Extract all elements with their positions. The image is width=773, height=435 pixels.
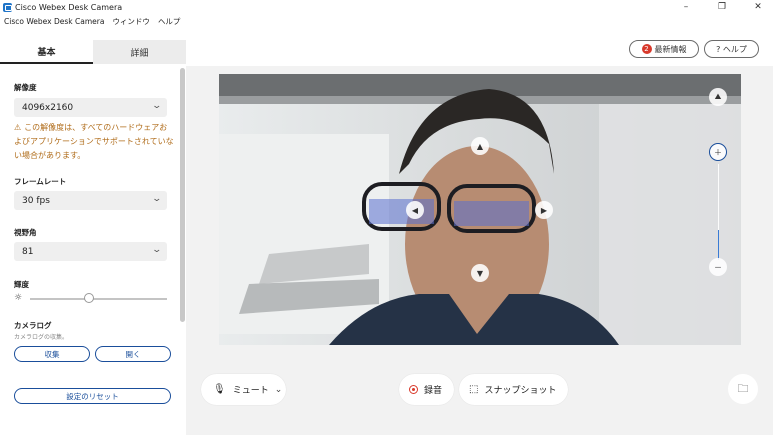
camera-log-label: カメラログ [14,321,52,330]
framerate-value: 30 fps [22,195,50,206]
mute-label: ミュート [232,386,269,396]
fov-label: 視野角 [14,228,37,237]
brightness-slider[interactable]: ☼ [14,293,167,305]
menu-bar: Cisco Webex Desk Camera ウィンドウ ヘルプ [0,14,773,28]
resolution-value: 4096x2160 [22,102,74,113]
slider-thumb[interactable] [84,293,94,303]
notification-badge: 2 [641,44,652,54]
chevron-down-icon: ⌄ [151,245,163,255]
camera-preview [219,74,741,345]
close-icon[interactable]: ✕ [753,0,763,14]
framerate-select[interactable]: 30 fps ⌄ [14,191,167,210]
snapshot-label: スナップショット [484,386,557,396]
settings-tabs: 基本 詳細 [0,40,186,64]
zoom-out-button[interactable]: － [709,258,727,276]
fov-value: 81 [22,246,34,257]
settings-body: 解像度 4096x2160 ⌄ ⚠ この解像度は、すべてのハードウェアおよびアプリ… [0,64,180,435]
pan-down-button[interactable]: ▼ [471,264,489,282]
resolution-label: 解像度 [14,83,37,92]
folder-icon: 🗀 [737,381,749,395]
brightness-label: 輝度 [14,280,29,289]
mute-button[interactable]: 🎙︎ ミュート ⌄ [201,374,286,405]
zoom-in-button[interactable]: ＋ [709,143,727,161]
open-button[interactable]: 開く [95,346,171,362]
help-button[interactable]: ? ヘルプ [704,40,759,58]
minimize-icon[interactable]: – [681,0,691,14]
app-logo-icon [3,2,12,12]
zoom-slider-fill [718,230,719,260]
menu-item-help[interactable]: ヘルプ [158,16,181,27]
snapshot-icon: ⬚ [469,384,479,395]
camera-feed-image [219,74,741,345]
record-button[interactable]: 録音 [399,374,454,405]
title-bar: Cisco Webex Desk Camera – ❐ ✕ [0,0,773,14]
record-icon [409,385,418,394]
tab-basic[interactable]: 基本 [0,40,93,64]
warning-icon: ⚠ [14,123,22,132]
pan-right-button[interactable]: ▶ [535,201,553,219]
whats-new-button[interactable]: 2 最新情報 [629,40,699,58]
record-label: 録音 [424,386,443,396]
pan-left-button[interactable]: ◀ [406,201,424,219]
reset-settings-button[interactable]: 設定のリセット [14,388,171,404]
whats-new-label: 最新情報 [654,44,687,54]
microphone-icon: 🎙︎ [213,384,226,395]
snapshot-button[interactable]: ⬚ スナップショット [459,374,568,405]
chevron-down-icon[interactable]: ⌄ [275,385,283,395]
open-folder-button[interactable]: 🗀 [728,374,758,404]
chevron-down-icon: ⌄ [151,194,163,204]
resolution-warning: ⚠ この解像度は、すべてのハードウェアおよびアプリケーションでサポートされていない… [14,121,174,163]
brightness-icon: ☼ [14,293,23,303]
tab-detail[interactable]: 詳細 [93,40,186,64]
menu-item-window[interactable]: ウィンドウ [112,16,150,27]
menu-item-app[interactable]: Cisco Webex Desk Camera [4,17,104,26]
resolution-select[interactable]: 4096x2160 ⌄ [14,98,167,117]
restore-icon[interactable]: ❐ [717,0,727,14]
panel-scrollbar[interactable] [180,68,185,322]
framerate-label: フレームレート [14,177,67,186]
window-title: Cisco Webex Desk Camera [15,2,123,12]
window-controls: – ❐ ✕ [681,0,763,14]
pan-up-button[interactable]: ▲ [471,137,489,155]
collect-button[interactable]: 収集 [14,346,90,362]
camera-log-sublabel: カメラログの収集。 [14,334,69,341]
warning-text: この解像度は、すべてのハードウェアおよびアプリケーションでサポートされていない場… [14,123,174,160]
zoom-preset-icon[interactable]: ⛰ [709,88,727,106]
chevron-down-icon: ⌄ [151,101,163,111]
settings-panel: 基本 詳細 解像度 4096x2160 ⌄ ⚠ この解像度は、すべてのハードウェア… [0,40,186,435]
fov-select[interactable]: 81 ⌄ [14,242,167,261]
slider-track[interactable] [30,298,167,300]
